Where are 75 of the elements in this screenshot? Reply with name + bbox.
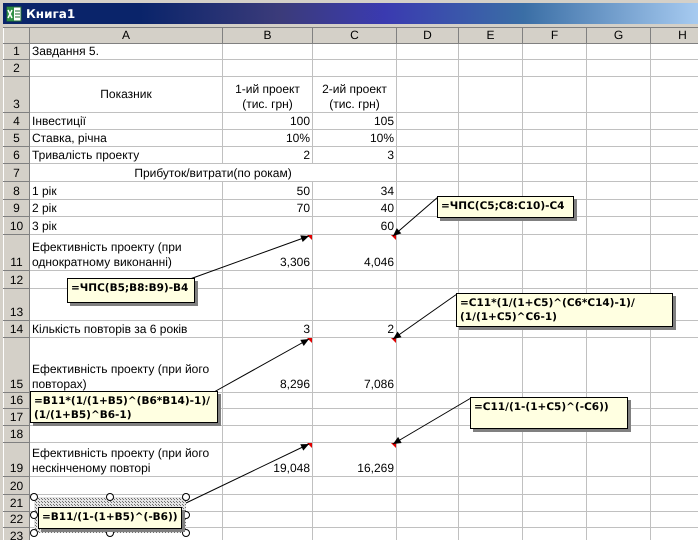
table-cell: 2 bbox=[387, 322, 394, 336]
row-header[interactable]: 16 bbox=[4, 392, 30, 408]
table-cell: Ефективність проекту (при його нескінченому повторі bbox=[32, 446, 210, 475]
row-header[interactable]: 21 bbox=[4, 494, 30, 512]
table-cell: 16,269 bbox=[357, 461, 394, 475]
comment-tooltip[interactable]: =B11*(1/(1+B5)^(B6*B14)-1)/ (1/(1+B5)^B6-1) bbox=[30, 391, 218, 423]
row-header[interactable]: 15 bbox=[4, 338, 30, 392]
table-cell: Ефективність проекту (при однократному виконанні) bbox=[32, 240, 182, 269]
row-header[interactable]: 19 bbox=[4, 442, 30, 476]
table-cell: Ставка, річна bbox=[32, 131, 107, 145]
comment-arrow bbox=[392, 294, 458, 340]
row-header[interactable]: 13 bbox=[4, 288, 30, 320]
table-cell: 19,048 bbox=[273, 461, 310, 475]
row-header[interactable]: 8 bbox=[4, 182, 30, 200]
table-cell: 50 bbox=[296, 184, 310, 198]
table-cell: 7,086 bbox=[364, 377, 394, 391]
row-header[interactable]: 11 bbox=[4, 234, 30, 270]
table-cell: 2 bbox=[303, 148, 310, 162]
row-header[interactable]: 22 bbox=[4, 512, 30, 528]
comment-tooltip[interactable]: =B11/(1-(1+B5)^(-B6)) bbox=[38, 507, 182, 529]
row-header[interactable]: 9 bbox=[4, 200, 30, 216]
row-header[interactable]: 23 bbox=[4, 528, 30, 540]
row-header[interactable]: 12 bbox=[4, 270, 30, 288]
column-header[interactable]: B bbox=[222, 28, 312, 44]
table-cell: Прибуток/витрати(по рокам) bbox=[134, 166, 292, 180]
comment-tooltip[interactable]: =C11/(1-(1+C5)^(-C6)) bbox=[470, 397, 628, 429]
table-cell: 70 bbox=[296, 201, 310, 215]
row-header[interactable]: 4 bbox=[4, 112, 30, 130]
table-cell: 10% bbox=[286, 131, 310, 145]
table-cell: Тривалість проекту bbox=[32, 148, 140, 162]
table-cell: 4,046 bbox=[364, 255, 394, 269]
row-header[interactable]: 2 bbox=[4, 60, 30, 76]
table-cell: 2 рік bbox=[32, 201, 57, 215]
row-header[interactable]: 1 bbox=[4, 44, 30, 60]
table-cell: 8,296 bbox=[280, 377, 310, 391]
window-title: Книга1 bbox=[26, 6, 76, 20]
row-header[interactable]: 7 bbox=[4, 164, 30, 182]
column-header[interactable]: H bbox=[650, 28, 698, 44]
table-cell: 60 bbox=[380, 219, 394, 233]
table-cell: 1 рік bbox=[32, 184, 57, 198]
row-header[interactable]: 5 bbox=[4, 130, 30, 146]
row-header[interactable]: 17 bbox=[4, 408, 30, 426]
table-cell: 2-ий проект (тис. грн) bbox=[322, 82, 387, 111]
table-cell: 1-ий проект (тис. грн) bbox=[235, 82, 300, 111]
column-header[interactable]: E bbox=[458, 28, 522, 44]
row-header[interactable]: 18 bbox=[4, 426, 30, 442]
table-cell: 3 bbox=[303, 322, 310, 336]
column-header[interactable]: C bbox=[312, 28, 396, 44]
comment-tooltip[interactable]: =ЧПС(B5;B8:B9)-B4 bbox=[67, 278, 195, 303]
table-cell: 105 bbox=[374, 114, 394, 128]
comment-arrow bbox=[392, 196, 438, 236]
row-header[interactable]: 3 bbox=[4, 76, 30, 112]
table-cell: 34 bbox=[380, 184, 394, 198]
column-header[interactable]: G bbox=[586, 28, 650, 44]
table-cell: Показник bbox=[100, 87, 152, 101]
table-cell: 3 рік bbox=[32, 219, 57, 233]
column-header[interactable]: F bbox=[522, 28, 586, 44]
row-header[interactable]: 6 bbox=[4, 146, 30, 164]
table-cell: 100 bbox=[290, 114, 310, 128]
row-header[interactable]: 10 bbox=[4, 216, 30, 234]
table-cell: Кількість повторів за 6 років bbox=[32, 322, 188, 336]
table-cell: 3,306 bbox=[280, 255, 310, 269]
column-header[interactable]: A bbox=[30, 28, 222, 44]
table-cell: Інвестиції bbox=[32, 114, 86, 128]
table-cell: Завдання 5. bbox=[32, 44, 99, 58]
table-cell: Ефективність проекту (при його повторах) bbox=[32, 362, 210, 391]
table-cell: 40 bbox=[380, 201, 394, 215]
comment-tooltip[interactable]: =ЧПС(C5;C8:C10)-C4 bbox=[437, 196, 574, 218]
spreadsheet-icon bbox=[6, 6, 22, 22]
table-cell: 10% bbox=[370, 131, 394, 145]
comment-tooltip[interactable]: =C11*(1/(1+C5)^(C6*C14)-1)/ (1/(1+C5)^C6-1) bbox=[456, 293, 673, 327]
table-cell: 3 bbox=[387, 148, 394, 162]
column-header[interactable]: D bbox=[396, 28, 458, 44]
row-header[interactable]: 20 bbox=[4, 476, 30, 494]
row-header[interactable]: 14 bbox=[4, 320, 30, 338]
